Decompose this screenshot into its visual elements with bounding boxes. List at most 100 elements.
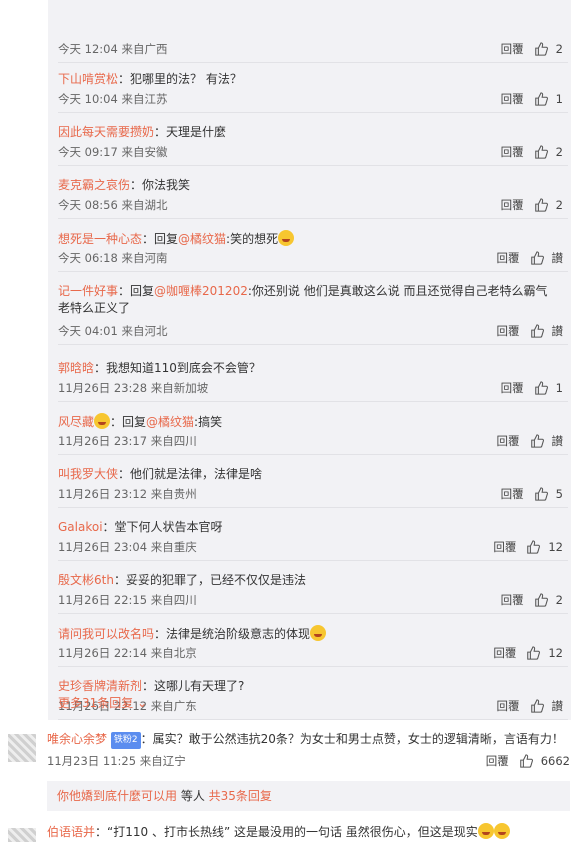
comment-nick[interactable]: 伯语语并 [47, 825, 95, 839]
reply-nick[interactable]: 因此每天需要攒奶 [58, 125, 154, 139]
reply-meta: 今天 06:18 来自河南 [58, 251, 168, 265]
avatar[interactable] [8, 734, 36, 762]
reply-nick[interactable]: Galakoi [58, 520, 103, 534]
reply-button[interactable]: 回覆 [501, 486, 524, 502]
divider [58, 719, 568, 720]
like-count: 2 [555, 145, 563, 159]
reply-text: 殷文彬6th：妥妥的犯罪了，已经不仅仅是违法 [58, 572, 553, 589]
like-button[interactable]: 2 [534, 198, 563, 212]
like-button[interactable]: 2 [534, 145, 563, 159]
reply-button[interactable]: 回覆 [501, 197, 524, 213]
reply-text: 郭晗晗：我想知道110到底会不会管？ [58, 360, 553, 377]
reply-button[interactable]: 回覆 [497, 250, 520, 266]
like-button[interactable]: 1 [534, 92, 563, 106]
reply-text: Galakoi：堂下何人状告本官呀 [58, 519, 553, 536]
reply-actions: 回覆 12 [493, 539, 563, 555]
reply-actions: 回覆 12 [493, 645, 563, 661]
like-count: 12 [548, 646, 563, 660]
more-replies-link[interactable]: 更多31条回复 ⌄ [58, 694, 147, 711]
reply-nick[interactable]: 记一件好事 [58, 284, 118, 298]
like-button[interactable]: 12 [526, 540, 563, 554]
like-button[interactable]: 讃 [530, 250, 563, 266]
reply-button[interactable]: 回覆 [497, 433, 520, 449]
reply-button[interactable]: 回覆 [497, 323, 520, 339]
like-button[interactable]: 1 [534, 381, 563, 395]
thumbs-up-icon [530, 699, 544, 713]
like-button[interactable]: 讃 [530, 433, 563, 449]
avatar[interactable] [8, 828, 36, 842]
divider [58, 112, 568, 113]
reply-meta: 11月26日 23:28 来自新加坡 [58, 381, 209, 395]
reply-button[interactable]: 回覆 [501, 380, 524, 396]
reply-body: ：回复 [142, 232, 179, 246]
reply-nick[interactable]: 麦克霸之哀伤 [58, 178, 130, 192]
mention-link[interactable]: @橘纹猫 [178, 232, 226, 246]
reply-nick[interactable]: 下山啃赏松 [58, 72, 118, 86]
reply-button[interactable]: 回覆 [501, 41, 524, 57]
reply-body: ：回复 [118, 284, 155, 298]
thumbs-up-icon [534, 92, 548, 106]
divider [58, 454, 568, 455]
reply-text: 风尽藏 ：回复@橘纹猫:搞笑 [58, 413, 553, 431]
reply-button[interactable]: 回覆 [501, 91, 524, 107]
emoji-icon [94, 413, 111, 429]
comment-nick[interactable]: 唯余心余梦 [47, 732, 107, 746]
thumbs-up-icon [534, 145, 548, 159]
thumbs-up-icon [530, 324, 544, 338]
reply-body: ：回复 [110, 415, 147, 429]
divider [58, 271, 568, 272]
reply-actions: 回覆 5 [501, 486, 563, 502]
like-button[interactable]: 12 [526, 646, 563, 660]
like-count: 12 [548, 540, 563, 554]
like-button[interactable]: 5 [534, 487, 563, 501]
reply-actions: 回覆 讃 [497, 323, 564, 339]
mention-link[interactable]: @咖喱棒201202 [154, 284, 248, 298]
thumbs-up-icon [530, 251, 544, 265]
like-button[interactable]: 讃 [530, 698, 563, 714]
reply-nick[interactable]: 请问我可以改名吗 [58, 627, 154, 641]
reply-text: 下山啃赏松：犯哪里的法？ 有法？ [58, 71, 553, 88]
reply-button[interactable]: 回覆 [493, 645, 516, 661]
divider [58, 560, 568, 561]
reply-actions: 回覆 1 [501, 91, 563, 107]
more-replies-label: 更多31条回复 [58, 696, 134, 710]
more-replies-text: 等人 [177, 789, 209, 803]
reply-button[interactable]: 回覆 [493, 539, 516, 555]
reply-button[interactable]: 回覆 [501, 592, 524, 608]
reply-actions: 回覆 2 [501, 41, 563, 57]
reply-actions: 回覆 2 [501, 592, 563, 608]
reply-button[interactable]: 回覆 [501, 144, 524, 160]
more-replies-nick[interactable]: 你他嬌到底什麼可以用 [57, 789, 177, 803]
reply-nick[interactable]: 风尽藏 [58, 415, 94, 429]
more-replies-box[interactable]: 你他嬌到底什麼可以用 等人 共35条回复 [47, 781, 570, 811]
mention-link[interactable]: @橘纹猫 [146, 415, 194, 429]
reply-body: ：天理是什麼 [154, 125, 227, 139]
reply-body: ：这哪儿有天理了? [142, 679, 245, 693]
reply-nick[interactable]: 殷文彬6th [58, 573, 114, 587]
reply-body-rest: :搞笑 [194, 415, 223, 429]
reply-actions: 回覆 讃 [497, 433, 564, 449]
reply-nick[interactable]: 郭晗晗 [58, 361, 94, 375]
divider [58, 165, 568, 166]
reply-text: 麦克霸之哀伤：你法我笑 [58, 177, 553, 194]
reply-text: 叫我罗大侠：他们就是法律，法律是啥 [58, 466, 553, 483]
reply-nick[interactable]: 叫我罗大侠 [58, 467, 118, 481]
reply-text: 史珍香牌清新剂：这哪儿有天理了? [58, 678, 553, 695]
comment-actions: 回覆 6662 [486, 753, 570, 769]
thumbs-up-icon [530, 434, 544, 448]
reply-button[interactable]: 回覆 [486, 753, 509, 769]
comment-text: 伯语语并：“打110 、打市长热线” 这是最没用的一句话 虽然很伤心，但这是现实 [47, 823, 510, 841]
divider [58, 62, 568, 63]
reply-text: 因此每天需要攒奶：天理是什麼 [58, 124, 553, 141]
like-button[interactable]: 6662 [519, 754, 570, 768]
more-replies-link[interactable]: 共35条回复 [209, 789, 272, 803]
like-button[interactable]: 讃 [530, 323, 563, 339]
reply-nick[interactable]: 史珍香牌清新剂 [58, 679, 142, 693]
reply-nick[interactable]: 想死是一种心态 [58, 232, 142, 246]
reply-button[interactable]: 回覆 [497, 698, 520, 714]
reply-text: 记一件好事：回复@咖喱棒201202:你还别说 他们是真敢这么说 而且还觉得自己… [58, 283, 553, 317]
like-count: 2 [555, 593, 563, 607]
laugh-emoji-icon [310, 625, 327, 641]
like-button[interactable]: 2 [534, 593, 563, 607]
like-button[interactable]: 2 [534, 42, 563, 56]
